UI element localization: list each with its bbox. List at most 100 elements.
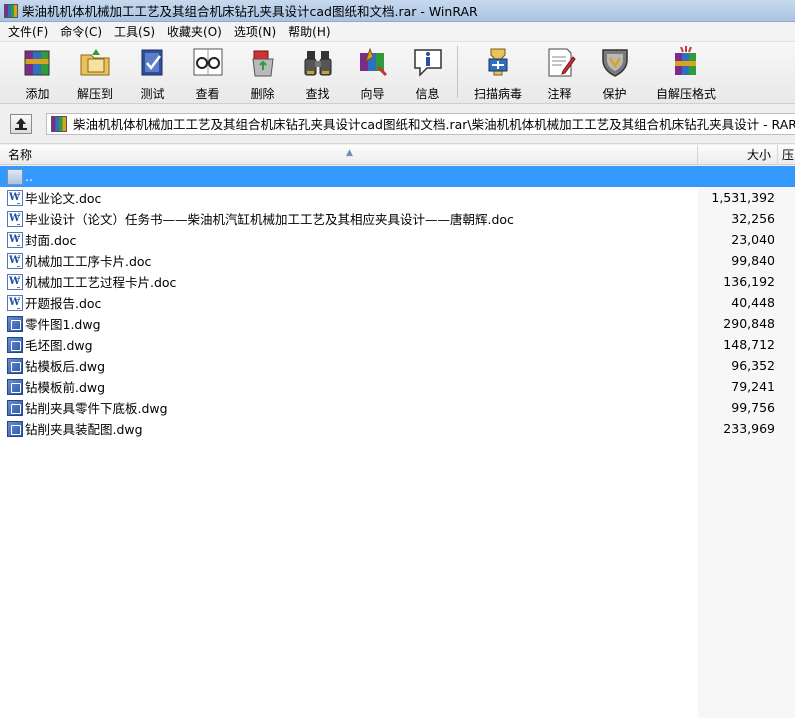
dwg-drawing-icon bbox=[7, 420, 23, 437]
file-name: 毕业设计（论文）任务书——柴油机汽缸机械加工工艺及其相应夹具设计——唐朝辉.do… bbox=[25, 212, 514, 227]
file-name: .. bbox=[25, 169, 33, 184]
word-document-icon bbox=[7, 294, 23, 311]
menu-favorites[interactable]: 收藏夹(O) bbox=[161, 22, 228, 42]
toolbar-separator bbox=[457, 46, 458, 98]
column-header-size[interactable]: 大小 bbox=[698, 145, 778, 164]
file-size: 23,040 bbox=[731, 232, 775, 247]
find-button[interactable]: 查找 bbox=[290, 42, 345, 102]
dwg-drawing-icon bbox=[7, 336, 23, 353]
list-item[interactable]: 钻模板后.dwg 96,352 bbox=[0, 355, 795, 376]
column-header-packed[interactable]: 压 bbox=[778, 145, 795, 164]
file-size: 99,840 bbox=[731, 253, 775, 268]
test-label: 测试 bbox=[140, 87, 165, 101]
column-header-name[interactable]: 名称 ▲ bbox=[0, 145, 698, 164]
list-item[interactable]: 钻削夹具装配图.dwg 233,969 bbox=[0, 418, 795, 439]
file-size: 136,192 bbox=[723, 274, 775, 289]
list-item[interactable]: 毕业设计（论文）任务书——柴油机汽缸机械加工工艺及其相应夹具设计——唐朝辉.do… bbox=[0, 208, 795, 229]
virus-scan-button[interactable]: 扫描病毒 bbox=[464, 42, 532, 102]
add-button[interactable]: 添加 bbox=[10, 42, 65, 102]
list-item[interactable]: 钻削夹具零件下底板.dwg 99,756 bbox=[0, 397, 795, 418]
protect-shield-icon bbox=[598, 45, 632, 79]
menu-tools[interactable]: 工具(S) bbox=[108, 22, 161, 42]
file-name: 钻模板后.dwg bbox=[25, 359, 106, 374]
menu-help[interactable]: 帮助(H) bbox=[282, 22, 336, 42]
rar-archive-icon bbox=[51, 115, 67, 132]
column-packed-label: 压 bbox=[782, 148, 795, 162]
find-binoculars-icon bbox=[301, 45, 335, 79]
extract-to-button[interactable]: 解压到 bbox=[65, 42, 125, 102]
view-button[interactable]: 查看 bbox=[180, 42, 235, 102]
word-document-icon bbox=[7, 252, 23, 269]
dwg-drawing-icon bbox=[7, 315, 23, 332]
extract-to-label: 解压到 bbox=[76, 87, 113, 101]
file-name: 开题报告.doc bbox=[25, 296, 102, 311]
file-size: 148,712 bbox=[723, 337, 775, 352]
file-name: 机械加工工艺过程卡片.doc bbox=[25, 275, 177, 290]
test-check-icon bbox=[136, 45, 170, 79]
file-name: 机械加工工序卡片.doc bbox=[25, 254, 152, 269]
virus-scan-icon bbox=[481, 45, 515, 79]
column-name-label: 名称 bbox=[8, 148, 33, 162]
file-size: 32,256 bbox=[731, 211, 775, 226]
delete-label: 删除 bbox=[250, 87, 275, 101]
dwg-drawing-icon bbox=[7, 399, 23, 416]
file-name: 钻削夹具装配图.dwg bbox=[25, 422, 143, 437]
dwg-drawing-icon bbox=[7, 357, 23, 374]
list-item-parent-folder[interactable]: .. bbox=[0, 166, 795, 187]
comment-button[interactable]: 注释 bbox=[532, 42, 587, 102]
file-name: 封面.doc bbox=[25, 233, 77, 248]
file-list[interactable]: .. 毕业论文.doc 1,531,392 毕业设计（论文）任务书——柴油机汽缸… bbox=[0, 166, 795, 718]
up-arrow-icon bbox=[15, 117, 27, 130]
list-item[interactable]: 机械加工工艺过程卡片.doc 136,192 bbox=[0, 271, 795, 292]
test-button[interactable]: 测试 bbox=[125, 42, 180, 102]
dwg-drawing-icon bbox=[7, 378, 23, 395]
up-folder-button[interactable] bbox=[10, 113, 32, 134]
protect-label: 保护 bbox=[602, 87, 627, 101]
file-size: 290,848 bbox=[723, 316, 775, 331]
word-document-icon bbox=[7, 189, 23, 206]
window-title: 柴油机机体机械加工工艺及其组合机床钻孔夹具设计cad图纸和文档.rar - Wi… bbox=[22, 4, 478, 19]
list-item[interactable]: 开题报告.doc 40,448 bbox=[0, 292, 795, 313]
file-name: 毕业论文.doc bbox=[25, 191, 102, 206]
address-bar: 柴油机机体机械加工工艺及其组合机床钻孔夹具设计cad图纸和文档.rar\柴油机机… bbox=[0, 104, 795, 144]
menu-commands[interactable]: 命令(C) bbox=[54, 22, 108, 42]
comment-icon bbox=[543, 45, 577, 79]
file-size: 233,969 bbox=[723, 421, 775, 436]
sfx-label: 自解压格式 bbox=[655, 87, 716, 101]
list-item[interactable]: 封面.doc 23,040 bbox=[0, 229, 795, 250]
sfx-archive-icon bbox=[669, 45, 703, 79]
view-glasses-icon bbox=[191, 45, 225, 79]
list-item[interactable]: 钻模板前.dwg 79,241 bbox=[0, 376, 795, 397]
list-item[interactable]: 机械加工工序卡片.doc 99,840 bbox=[0, 250, 795, 271]
virus-scan-label: 扫描病毒 bbox=[473, 87, 522, 101]
file-size: 1,531,392 bbox=[711, 190, 775, 205]
file-list-header: 名称 ▲ 大小 压 bbox=[0, 145, 795, 165]
word-document-icon bbox=[7, 273, 23, 290]
list-item[interactable]: 毕业论文.doc 1,531,392 bbox=[0, 187, 795, 208]
protect-button[interactable]: 保护 bbox=[587, 42, 642, 102]
toolbar: 添加 解压到 测试 查看 删除 查找 向导 信息 扫描病毒 注释 保护 自解压格… bbox=[0, 42, 795, 104]
list-item[interactable]: 零件图1.dwg 290,848 bbox=[0, 313, 795, 334]
title-bar: 柴油机机体机械加工工艺及其组合机床钻孔夹具设计cad图纸和文档.rar - Wi… bbox=[0, 0, 795, 22]
delete-button[interactable]: 删除 bbox=[235, 42, 290, 102]
extract-folder-icon bbox=[78, 45, 112, 79]
file-size: 99,756 bbox=[731, 400, 775, 415]
word-document-icon bbox=[7, 210, 23, 227]
sfx-button[interactable]: 自解压格式 bbox=[642, 42, 730, 102]
path-field[interactable]: 柴油机机体机械加工工艺及其组合机床钻孔夹具设计cad图纸和文档.rar\柴油机机… bbox=[46, 112, 795, 135]
file-name: 毛坯图.dwg bbox=[25, 338, 93, 353]
comment-label: 注释 bbox=[547, 87, 572, 101]
wizard-button[interactable]: 向导 bbox=[345, 42, 400, 102]
add-books-icon bbox=[21, 45, 55, 79]
delete-recycle-icon bbox=[246, 45, 280, 79]
list-item[interactable]: 毛坯图.dwg 148,712 bbox=[0, 334, 795, 355]
winrar-app-icon[interactable] bbox=[4, 3, 18, 18]
parent-folder-icon bbox=[7, 168, 23, 185]
sort-ascending-icon: ▲ bbox=[346, 148, 353, 158]
info-icon bbox=[411, 45, 445, 79]
archive-path: 柴油机机体机械加工工艺及其组合机床钻孔夹具设计cad图纸和文档.rar\柴油机机… bbox=[73, 117, 795, 132]
menu-options[interactable]: 选项(N) bbox=[228, 22, 282, 42]
info-button[interactable]: 信息 bbox=[400, 42, 455, 102]
menu-bar: 文件(F) 命令(C) 工具(S) 收藏夹(O) 选项(N) 帮助(H) bbox=[0, 22, 795, 42]
menu-file[interactable]: 文件(F) bbox=[2, 22, 54, 42]
